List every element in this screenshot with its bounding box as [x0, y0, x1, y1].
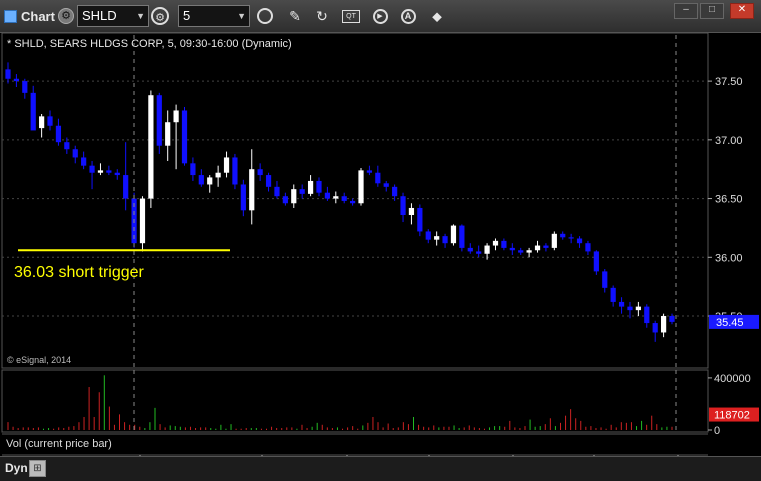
- last-price-label: 35.45: [716, 317, 744, 329]
- candle-body: [534, 245, 541, 251]
- candle-body: [81, 157, 87, 166]
- candle-body: [593, 251, 599, 272]
- candle-body: [249, 169, 255, 211]
- candle-body: [240, 184, 246, 211]
- candle-body: [543, 245, 549, 248]
- candle-body: [207, 177, 213, 185]
- candle-body: [97, 170, 104, 173]
- candle-body: [660, 316, 667, 333]
- candle-body: [265, 175, 272, 187]
- candle-body: [392, 186, 398, 197]
- candle-body: [307, 180, 314, 194]
- volume-tick-label: 400000: [714, 373, 751, 385]
- candle-body: [324, 192, 330, 199]
- candle-body: [341, 196, 347, 201]
- candle-body: [400, 196, 406, 216]
- candle-body: [72, 149, 78, 158]
- candle-body: [47, 116, 53, 126]
- bottom-bar: Dyn ⊞: [0, 456, 761, 481]
- candle-body: [39, 116, 45, 129]
- candle-body: [366, 170, 373, 173]
- price-tick-label: 37.50: [715, 76, 743, 88]
- volume-label: Vol (current price bar): [6, 438, 112, 450]
- price-tick-label: 36.50: [715, 194, 743, 206]
- candle-body: [585, 243, 591, 252]
- candle-body: [459, 225, 465, 248]
- candle-body: [13, 78, 20, 82]
- candle-body: [299, 189, 305, 194]
- volume-panel-frame: [1, 369, 709, 433]
- price-panel-frame: [1, 32, 709, 369]
- candle-body: [282, 196, 288, 204]
- short-trigger-label: 36.03 short trigger: [14, 264, 145, 281]
- candle-body: [627, 306, 633, 311]
- candle-body: [492, 240, 499, 246]
- candle-body: [610, 287, 616, 302]
- candle-body: [669, 316, 675, 322]
- candle-body: [22, 81, 28, 93]
- candle-body: [417, 207, 423, 232]
- candle-body: [291, 189, 297, 204]
- candle-body: [383, 183, 389, 187]
- candle-body: [316, 180, 322, 193]
- chart-area[interactable]: 37.5037.0036.5036.0035.50400000036.03 sh…: [0, 0, 761, 480]
- candle-body: [551, 233, 557, 248]
- candle-body: [501, 240, 507, 248]
- candle-body: [442, 236, 448, 244]
- candle-body: [450, 225, 457, 244]
- candle-body: [333, 196, 339, 199]
- candle-body: [425, 231, 431, 240]
- candle-body: [156, 95, 162, 146]
- candle-body: [375, 172, 381, 184]
- candle-body: [106, 170, 112, 173]
- candle-body: [618, 301, 625, 307]
- candle-body: [526, 250, 532, 253]
- candle-body: [30, 92, 36, 131]
- candle-body: [509, 247, 515, 251]
- candle-body: [165, 122, 171, 146]
- dyn-toggle-icon[interactable]: ⊞: [29, 460, 46, 477]
- candle-body: [568, 237, 574, 239]
- candle-body: [484, 245, 490, 254]
- candle-body: [148, 95, 154, 199]
- candle-body: [55, 125, 62, 143]
- price-tick-label: 37.00: [715, 135, 743, 147]
- candle-body: [223, 157, 230, 173]
- candle-body: [181, 110, 188, 164]
- candle-body: [576, 238, 583, 244]
- candle-body: [215, 172, 221, 178]
- candle-body: [602, 271, 608, 288]
- candle-body: [123, 175, 129, 199]
- candle-body: [350, 200, 356, 204]
- candle-body: [198, 175, 204, 185]
- volume-tick-label: 0: [714, 425, 720, 437]
- candle-body: [408, 207, 415, 216]
- candle-body: [232, 157, 238, 185]
- candle-body: [274, 186, 280, 197]
- candle-body: [518, 250, 524, 253]
- candle-body: [476, 251, 482, 254]
- price-tick-label: 36.00: [715, 252, 743, 264]
- candle-body: [635, 306, 641, 311]
- candle-body: [64, 142, 70, 150]
- candle-body: [560, 233, 566, 238]
- candle-body: [257, 169, 263, 176]
- candle-body: [358, 170, 364, 204]
- candle-body: [190, 163, 196, 176]
- candle-body: [467, 247, 473, 252]
- candle-body: [139, 198, 146, 244]
- candle-body: [434, 236, 440, 240]
- candle-body: [644, 306, 650, 324]
- candle-body: [652, 323, 658, 333]
- dyn-label: Dyn: [5, 461, 28, 475]
- candle-body: [89, 165, 95, 173]
- last-volume-label: 118702: [714, 410, 750, 422]
- candle-body: [114, 172, 120, 176]
- watermark: © eSignal, 2014: [7, 355, 72, 365]
- candle-body: [173, 110, 179, 123]
- candle-body: [5, 69, 11, 79]
